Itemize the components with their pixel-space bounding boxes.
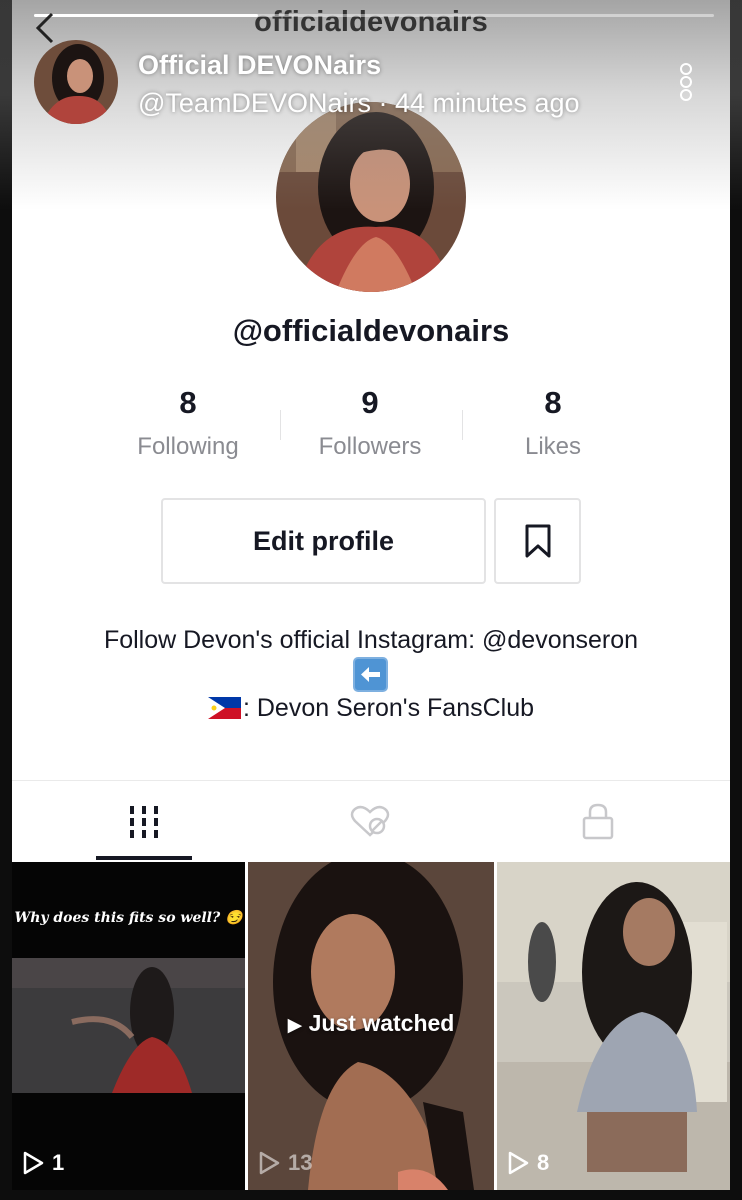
video-caption: Why does this fits so well? 😏: [14, 910, 243, 926]
chevron-left-icon: [35, 12, 54, 44]
story-progress-bar: [34, 14, 714, 17]
just-watched-text: Just watched: [308, 1010, 455, 1036]
more-options-button[interactable]: [672, 62, 700, 102]
likes-count: 8: [544, 385, 562, 420]
more-dot-icon: [680, 63, 692, 75]
more-dot-icon: [680, 89, 692, 101]
favorites-button[interactable]: [494, 498, 581, 584]
view-count-value: 8: [537, 1150, 550, 1175]
story-author-name: Official DEVONairs: [138, 50, 382, 80]
more-dot-icon: [680, 76, 692, 88]
video-thumbnail-image: [497, 862, 730, 1190]
tab-liked[interactable]: [340, 796, 400, 846]
back-button[interactable]: [30, 10, 60, 46]
followers-stat[interactable]: 9 Followers: [280, 385, 460, 461]
tab-videos[interactable]: [114, 796, 174, 846]
just-watched-label: ▶ Just watched: [287, 1010, 455, 1036]
bio-fansclub-label: : Devon Seron's FansClub: [242, 694, 535, 722]
video-thumbnail[interactable]: Why does this fits so well? 😏 1: [12, 862, 245, 1190]
following-count: 8: [179, 385, 197, 420]
followers-label: Followers: [318, 433, 422, 460]
edit-profile-button[interactable]: Edit profile: [161, 498, 486, 584]
view-count: 1: [22, 1150, 64, 1176]
view-count: 13: [258, 1150, 312, 1176]
video-thumbnail[interactable]: 8: [497, 862, 730, 1190]
tab-private[interactable]: [568, 796, 628, 846]
bio-text: Follow Devon's official Instagram: @devo…: [103, 626, 639, 654]
bookmark-icon: [525, 524, 550, 558]
active-tab-indicator: [96, 856, 192, 860]
grid-icon: [130, 806, 158, 838]
view-count-value: 1: [52, 1150, 65, 1175]
video-thumbnail[interactable]: ▶ Just watched 13: [248, 862, 494, 1190]
bio-text-fansclub: : Devon Seron's FansClub: [0, 694, 742, 723]
play-icon: [23, 1151, 44, 1175]
back-arrow-emoji-icon: [353, 657, 388, 692]
followers-count: 9: [361, 385, 379, 420]
likes-stat[interactable]: 8 Likes: [463, 385, 643, 461]
story-meta: @TeamDEVONairs · 44 minutes ago: [138, 88, 580, 118]
view-count: 8: [507, 1150, 549, 1176]
story-avatar[interactable]: [34, 40, 118, 124]
play-icon: [508, 1151, 529, 1175]
following-stat[interactable]: 8 Following: [98, 385, 278, 461]
tabs-divider: [12, 780, 730, 781]
page-username: officialdevonairs: [254, 6, 488, 38]
profile-handle: @officialdevonairs: [232, 313, 510, 348]
view-count-value: 13: [288, 1150, 313, 1175]
lock-icon: [582, 803, 614, 840]
following-label: Following: [137, 433, 239, 460]
likes-label: Likes: [524, 433, 582, 460]
story-progress-fill: [34, 14, 259, 17]
philippines-flag-icon: [207, 697, 241, 719]
play-icon: [259, 1151, 280, 1175]
liked-private-icon: [350, 805, 390, 837]
